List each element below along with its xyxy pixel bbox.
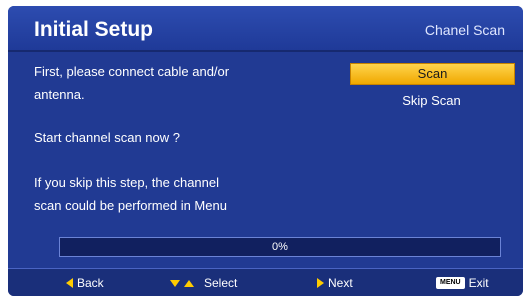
triangle-down-icon — [170, 279, 180, 287]
scan-progress-label: 0% — [272, 241, 288, 253]
skip-scan-button[interactable]: Skip Scan — [350, 91, 513, 111]
scan-prompt: Start channel scan now ? — [34, 130, 180, 145]
skip-note-line-1: If you skip this step, the channel — [34, 175, 219, 190]
scan-progress-bar: 0% — [59, 237, 501, 257]
menu-key-icon: MENU — [436, 277, 465, 289]
page-subtitle: Chanel Scan — [424, 22, 505, 38]
triangle-left-icon — [66, 278, 73, 288]
next-hint[interactable]: Next — [317, 276, 353, 290]
triangle-up-icon — [184, 279, 194, 287]
page-title: Initial Setup — [34, 18, 154, 41]
skip-note-line-2: scan could be performed in Menu — [34, 198, 227, 213]
instruction-line-2: antenna. — [34, 87, 85, 102]
select-label: Select — [204, 276, 238, 290]
instruction-line-1: First, please connect cable and/or — [34, 64, 230, 79]
triangle-right-icon — [317, 278, 324, 288]
exit-hint[interactable]: MENU Exit — [436, 276, 489, 290]
select-hint[interactable]: Select — [170, 276, 237, 290]
exit-label: Exit — [468, 276, 489, 290]
header-bar: Initial Setup Chanel Scan — [8, 6, 523, 52]
back-hint[interactable]: Back — [66, 276, 104, 290]
next-label: Next — [328, 276, 353, 290]
setup-screen: Initial Setup Chanel Scan First, please … — [8, 6, 523, 296]
scan-button[interactable]: Scan — [350, 63, 515, 85]
footer-hints: Back Select Next MENU Exit — [8, 268, 523, 296]
back-label: Back — [77, 276, 104, 290]
